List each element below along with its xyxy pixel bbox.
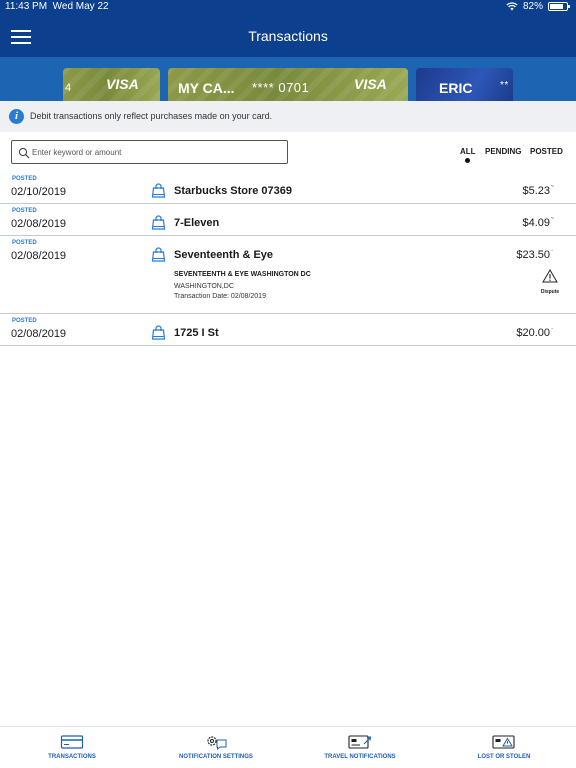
status-bar: 11:43 PM Wed May 22 82% bbox=[0, 0, 576, 14]
transaction-status: POSTED bbox=[12, 318, 37, 324]
tab-transactions[interactable]: TRANSACTIONS bbox=[0, 727, 144, 768]
status-indicators: 82% bbox=[506, 1, 570, 12]
card-next[interactable]: ERIC ** bbox=[416, 68, 513, 101]
shopping-bag-icon bbox=[151, 183, 166, 198]
chevron-down-icon[interactable]: ˇ bbox=[551, 216, 554, 226]
transaction-amount: $20.00 bbox=[516, 327, 550, 339]
transaction-detail-date: Transaction Date: 02/08/2019 bbox=[174, 293, 266, 300]
info-icon: i bbox=[9, 109, 24, 124]
transaction-amount: $4.09 bbox=[522, 217, 550, 229]
shopping-bag-icon bbox=[151, 247, 166, 262]
card-digit: 4 bbox=[65, 82, 72, 94]
tab-label: TRANSACTIONS bbox=[48, 754, 96, 760]
nav-bar: Transactions bbox=[0, 14, 576, 57]
transaction-status: POSTED bbox=[12, 208, 37, 214]
transaction-row[interactable]: POSTED 02/08/2019 7-Eleven $4.09 ˇ bbox=[0, 204, 576, 236]
credit-card-icon bbox=[60, 735, 84, 749]
card-previous[interactable]: 4 VISA bbox=[63, 68, 160, 101]
card-number: **** 0701 bbox=[252, 80, 310, 95]
shopping-bag-icon bbox=[151, 325, 166, 340]
transaction-amount: $5.23 bbox=[522, 185, 550, 197]
chevron-down-icon[interactable]: ˇ bbox=[551, 184, 554, 194]
visa-logo: VISA bbox=[354, 76, 387, 92]
transaction-merchant: 7-Eleven bbox=[174, 217, 220, 229]
battery-icon bbox=[548, 2, 570, 11]
transaction-row[interactable]: POSTED 02/08/2019 1725 I St $20.00 ˙ bbox=[0, 314, 576, 346]
gears-chat-icon bbox=[207, 736, 227, 750]
tab-travel-notifications[interactable]: TRAVEL NOTIFICATIONS bbox=[288, 727, 432, 768]
filter-selected-indicator bbox=[465, 158, 470, 163]
dispute-button[interactable]: Dispute bbox=[535, 269, 565, 295]
tab-bar: TRANSACTIONS NOTIFICATION SETTINGS TRAVE… bbox=[0, 726, 576, 768]
tab-lost-or-stolen[interactable]: LOST OR STOLEN bbox=[432, 727, 576, 768]
transaction-date: 02/08/2019 bbox=[11, 328, 67, 340]
transaction-date: 02/10/2019 bbox=[11, 186, 67, 198]
chevron-up-icon[interactable]: ˙ bbox=[551, 249, 554, 259]
transaction-date: 02/08/2019 bbox=[11, 218, 67, 230]
card-airplane-icon bbox=[348, 735, 372, 749]
card-name: ERIC bbox=[439, 80, 473, 96]
transaction-row[interactable]: POSTED 02/10/2019 Starbucks Store 07369 … bbox=[0, 172, 576, 204]
filter-all[interactable]: ALL bbox=[460, 147, 476, 156]
card-name: MY CA... bbox=[178, 80, 235, 96]
tab-label: LOST OR STOLEN bbox=[477, 754, 531, 760]
info-text: Debit transactions only reflect purchase… bbox=[30, 111, 273, 121]
filter-pending[interactable]: PENDING bbox=[485, 147, 521, 156]
filter-posted[interactable]: POSTED bbox=[530, 147, 563, 156]
search-input[interactable] bbox=[32, 144, 282, 160]
transaction-merchant: Starbucks Store 07369 bbox=[174, 185, 293, 197]
transaction-merchant: Seventeenth & Eye bbox=[174, 249, 274, 261]
transaction-detail-name: SEVENTEENTH & EYE WASHINGTON DC bbox=[174, 271, 311, 278]
transaction-merchant: 1725 I St bbox=[174, 327, 219, 339]
visa-logo: VISA bbox=[106, 76, 139, 92]
battery-percent: 82% bbox=[522, 1, 543, 12]
transaction-status: POSTED bbox=[12, 176, 37, 182]
card-carousel[interactable]: 4 VISA MY CA... **** 0701 VISA ERIC ** bbox=[0, 57, 576, 101]
tab-label: NOTIFICATION SETTINGS bbox=[179, 754, 253, 760]
status-date: Wed May 22 bbox=[52, 1, 109, 12]
transaction-amount: $23.50 bbox=[516, 249, 550, 261]
search-icon bbox=[18, 147, 30, 159]
tab-label: TRAVEL NOTIFICATIONS bbox=[324, 754, 396, 760]
page-title: Transactions bbox=[248, 28, 328, 44]
transaction-detail-location: WASHINGTON,DC bbox=[174, 283, 234, 290]
card-warning-icon bbox=[492, 735, 515, 749]
search-box[interactable] bbox=[11, 140, 288, 164]
warning-triangle-icon bbox=[542, 269, 558, 283]
card-selected[interactable]: MY CA... **** 0701 VISA bbox=[168, 68, 408, 101]
card-number: ** bbox=[500, 80, 509, 91]
transaction-row-expanded[interactable]: POSTED 02/08/2019 Seventeenth & Eye $23.… bbox=[0, 236, 576, 314]
transaction-status: POSTED bbox=[12, 240, 37, 246]
info-banner: i Debit transactions only reflect purcha… bbox=[0, 101, 576, 132]
chevron-up-icon[interactable]: ˙ bbox=[551, 327, 554, 337]
transaction-date: 02/08/2019 bbox=[11, 250, 67, 262]
shopping-bag-icon bbox=[151, 215, 166, 230]
tab-notification-settings[interactable]: NOTIFICATION SETTINGS bbox=[144, 727, 288, 768]
dispute-label: Dispute bbox=[540, 289, 560, 295]
status-time: 11:43 PM Wed May 22 bbox=[5, 1, 109, 12]
wifi-icon bbox=[506, 2, 518, 11]
